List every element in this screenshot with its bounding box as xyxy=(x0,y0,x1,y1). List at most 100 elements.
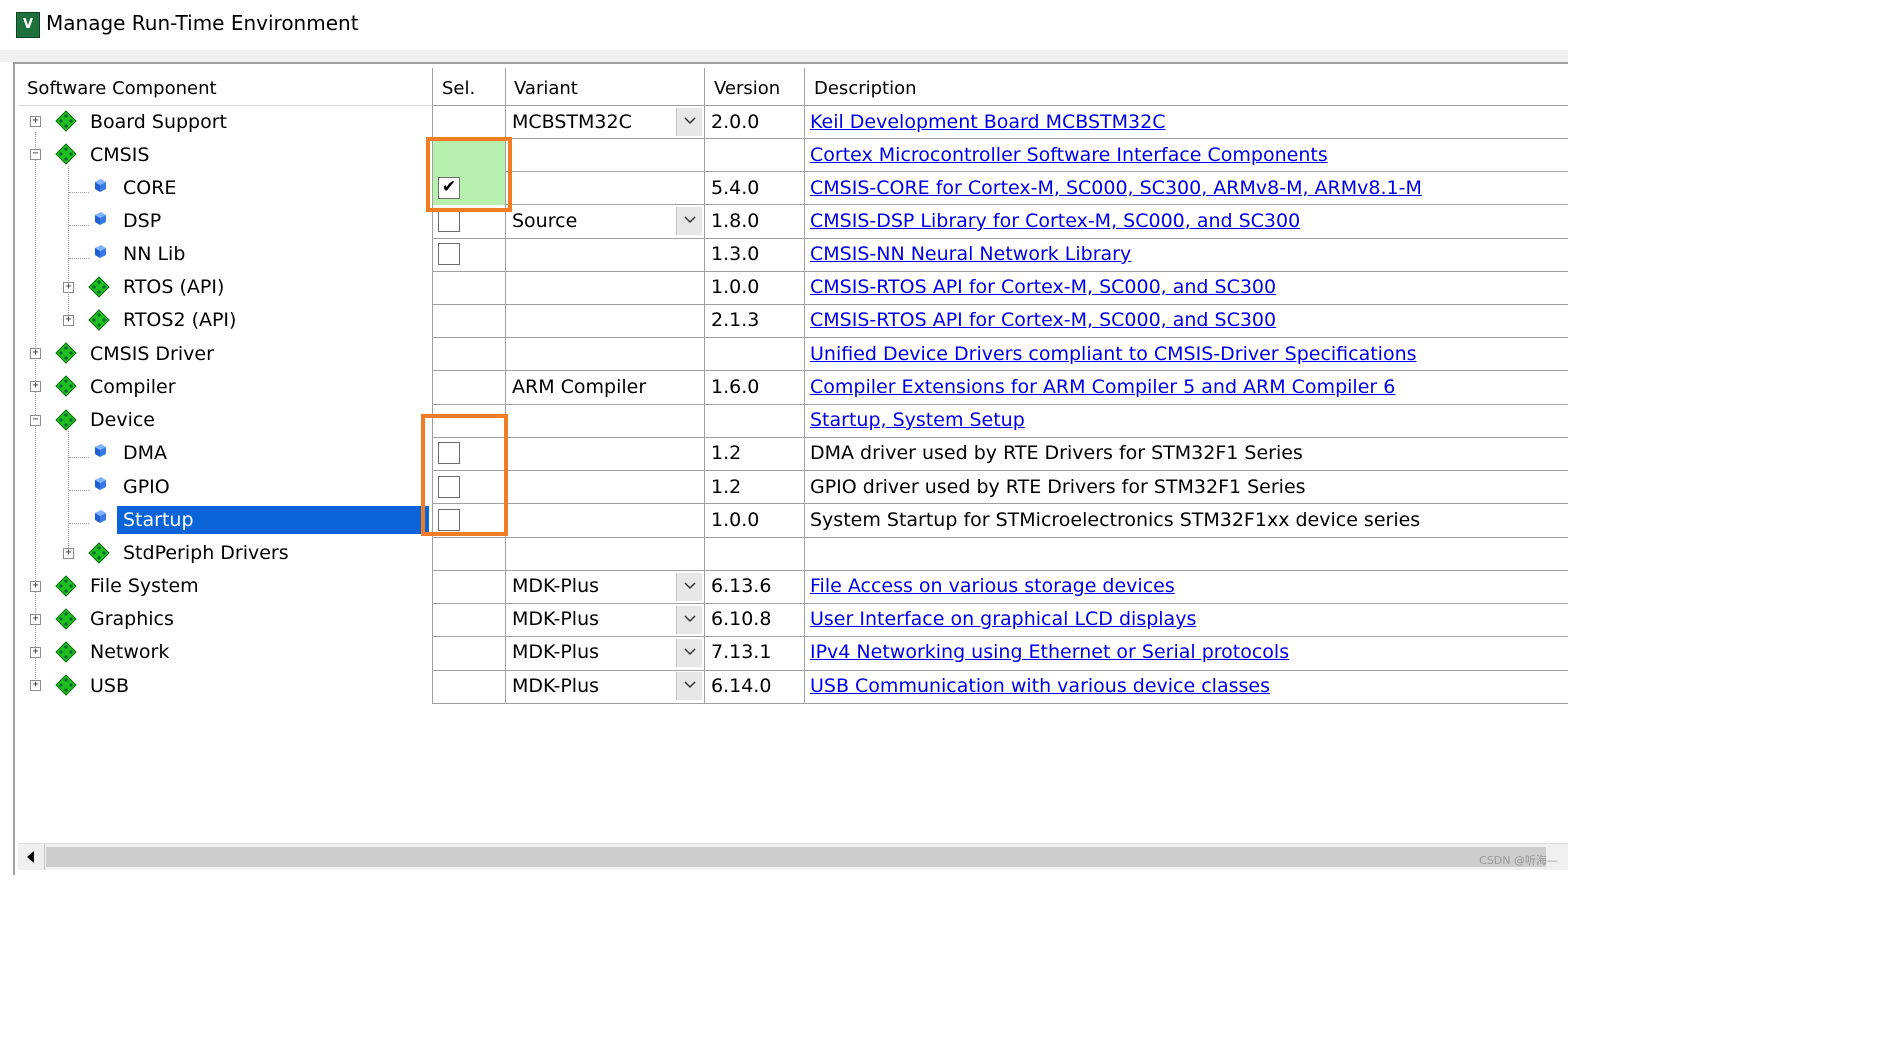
row-divider xyxy=(432,670,1568,671)
description-text: GPIO driver used by RTE Drivers for STM3… xyxy=(810,476,1306,498)
version-cell: 1.2 xyxy=(711,476,742,498)
variant-select-value[interactable]: MDK-Plus xyxy=(512,638,599,666)
component-label[interactable]: CORE xyxy=(123,174,176,202)
variant-dropdown-button[interactable] xyxy=(676,672,702,700)
description-link[interactable]: CMSIS-RTOS API for Cortex-M, SC000, and … xyxy=(810,306,1276,334)
package-icon xyxy=(55,110,77,132)
description-link[interactable]: Unified Device Drivers compliant to CMSI… xyxy=(810,340,1417,368)
description-link[interactable]: File Access on various storage devices xyxy=(810,572,1175,600)
description-link[interactable]: CMSIS-CORE for Cortex-M, SC000, SC300, A… xyxy=(810,174,1422,202)
description-link[interactable]: Cortex Microcontroller Software Interfac… xyxy=(810,141,1328,169)
row-divider xyxy=(432,138,1568,139)
expand-icon[interactable]: + xyxy=(30,647,41,658)
version-cell: 1.3.0 xyxy=(711,243,760,265)
column-header-software-component[interactable]: Software Component xyxy=(27,72,217,105)
component-label[interactable]: Network xyxy=(90,638,169,666)
expand-icon[interactable]: + xyxy=(63,315,74,326)
keil-app-icon: V xyxy=(16,12,40,38)
component-label[interactable]: Board Support xyxy=(90,108,227,136)
select-checkbox[interactable] xyxy=(438,243,460,265)
chevron-down-icon xyxy=(683,582,696,590)
variant-select-value[interactable]: MDK-Plus xyxy=(512,605,599,633)
expand-icon[interactable]: + xyxy=(30,348,41,359)
description-link[interactable]: Compiler Extensions for ARM Compiler 5 a… xyxy=(810,373,1395,401)
version-cell: 1.0.0 xyxy=(711,276,760,298)
description-link[interactable]: User Interface on graphical LCD displays xyxy=(810,605,1196,633)
package-icon xyxy=(55,375,77,397)
description-link[interactable]: CMSIS-RTOS API for Cortex-M, SC000, and … xyxy=(810,273,1276,301)
description-link[interactable]: USB Communication with various device cl… xyxy=(810,672,1270,700)
component-icon xyxy=(92,210,108,226)
component-label[interactable]: Device xyxy=(90,406,155,434)
variant-select-value[interactable]: Source xyxy=(512,207,577,235)
scroll-left-button[interactable] xyxy=(18,844,45,870)
description-link[interactable]: Startup, System Setup xyxy=(810,406,1025,434)
row-divider xyxy=(432,370,1568,371)
tree-connector xyxy=(69,258,89,259)
expand-icon[interactable]: + xyxy=(30,581,41,592)
component-label[interactable]: GPIO xyxy=(123,473,170,501)
package-icon xyxy=(55,409,77,431)
tree-guide-line xyxy=(68,166,69,321)
component-label[interactable]: Compiler xyxy=(90,373,176,401)
variant-select-value[interactable]: MDK-Plus xyxy=(512,572,599,600)
description-link[interactable]: CMSIS-DSP Library for Cortex-M, SC000, a… xyxy=(810,207,1300,235)
component-icon xyxy=(92,508,108,524)
chevron-down-icon xyxy=(683,681,696,689)
variant-select-value[interactable]: MDK-Plus xyxy=(512,672,599,700)
component-label[interactable]: CMSIS xyxy=(90,141,149,169)
title-bar: V Manage Run-Time Environment xyxy=(0,0,1568,50)
component-label[interactable]: USB xyxy=(90,672,129,700)
watermark: CSDN @听海— xyxy=(1479,854,1558,867)
package-icon xyxy=(55,674,77,696)
tree-connector xyxy=(69,225,89,226)
column-divider xyxy=(704,68,705,704)
variant-select-value[interactable]: MCBSTM32C xyxy=(512,108,632,136)
description-link[interactable]: Keil Development Board MCBSTM32C xyxy=(810,108,1166,136)
select-checkbox[interactable] xyxy=(438,210,460,232)
description-link[interactable]: CMSIS-NN Neural Network Library xyxy=(810,240,1131,268)
chevron-down-icon xyxy=(683,117,696,125)
scroll-thumb[interactable] xyxy=(46,847,1546,867)
component-label-selected[interactable]: Startup xyxy=(117,506,429,534)
row-divider xyxy=(432,171,1568,172)
row-divider xyxy=(432,404,1568,405)
row-divider xyxy=(432,105,1568,106)
package-icon xyxy=(88,542,110,564)
expand-icon[interactable]: + xyxy=(63,548,74,559)
component-label[interactable]: CMSIS Driver xyxy=(90,340,214,368)
expand-icon[interactable]: + xyxy=(30,381,41,392)
component-label[interactable]: RTOS (API) xyxy=(123,273,224,301)
variant-dropdown-button[interactable] xyxy=(676,207,702,235)
component-label[interactable]: StdPeriph Drivers xyxy=(123,539,289,567)
description-link[interactable]: IPv4 Networking using Ethernet or Serial… xyxy=(810,638,1289,666)
expand-icon[interactable]: + xyxy=(30,614,41,625)
expand-icon[interactable]: + xyxy=(30,680,41,691)
expand-icon[interactable]: + xyxy=(63,282,74,293)
column-header-version[interactable]: Version xyxy=(714,72,780,105)
column-header-sel[interactable]: Sel. xyxy=(442,72,475,105)
component-label[interactable]: Graphics xyxy=(90,605,174,633)
component-label[interactable]: NN Lib xyxy=(123,240,185,268)
variant-dropdown-button[interactable] xyxy=(676,108,702,136)
window-title: Manage Run-Time Environment xyxy=(46,11,359,35)
component-label[interactable]: File System xyxy=(90,572,199,600)
column-header-variant[interactable]: Variant xyxy=(514,72,578,105)
package-icon xyxy=(55,143,77,165)
version-cell: 1.6.0 xyxy=(711,376,760,398)
column-header-description[interactable]: Description xyxy=(814,72,917,105)
row-divider xyxy=(432,337,1568,338)
component-label[interactable]: DSP xyxy=(123,207,161,235)
component-icon xyxy=(92,442,108,458)
component-label[interactable]: RTOS2 (API) xyxy=(123,306,236,334)
row-divider xyxy=(432,503,1568,504)
horizontal-scrollbar[interactable] xyxy=(18,843,1568,870)
collapse-icon[interactable]: − xyxy=(30,149,41,160)
component-label[interactable]: DMA xyxy=(123,439,167,467)
expand-icon[interactable]: + xyxy=(30,116,41,127)
variant-cell: ARM Compiler xyxy=(512,376,647,398)
variant-dropdown-button[interactable] xyxy=(676,573,702,601)
collapse-icon[interactable]: − xyxy=(30,415,41,426)
variant-dropdown-button[interactable] xyxy=(676,606,702,634)
variant-dropdown-button[interactable] xyxy=(676,639,702,667)
